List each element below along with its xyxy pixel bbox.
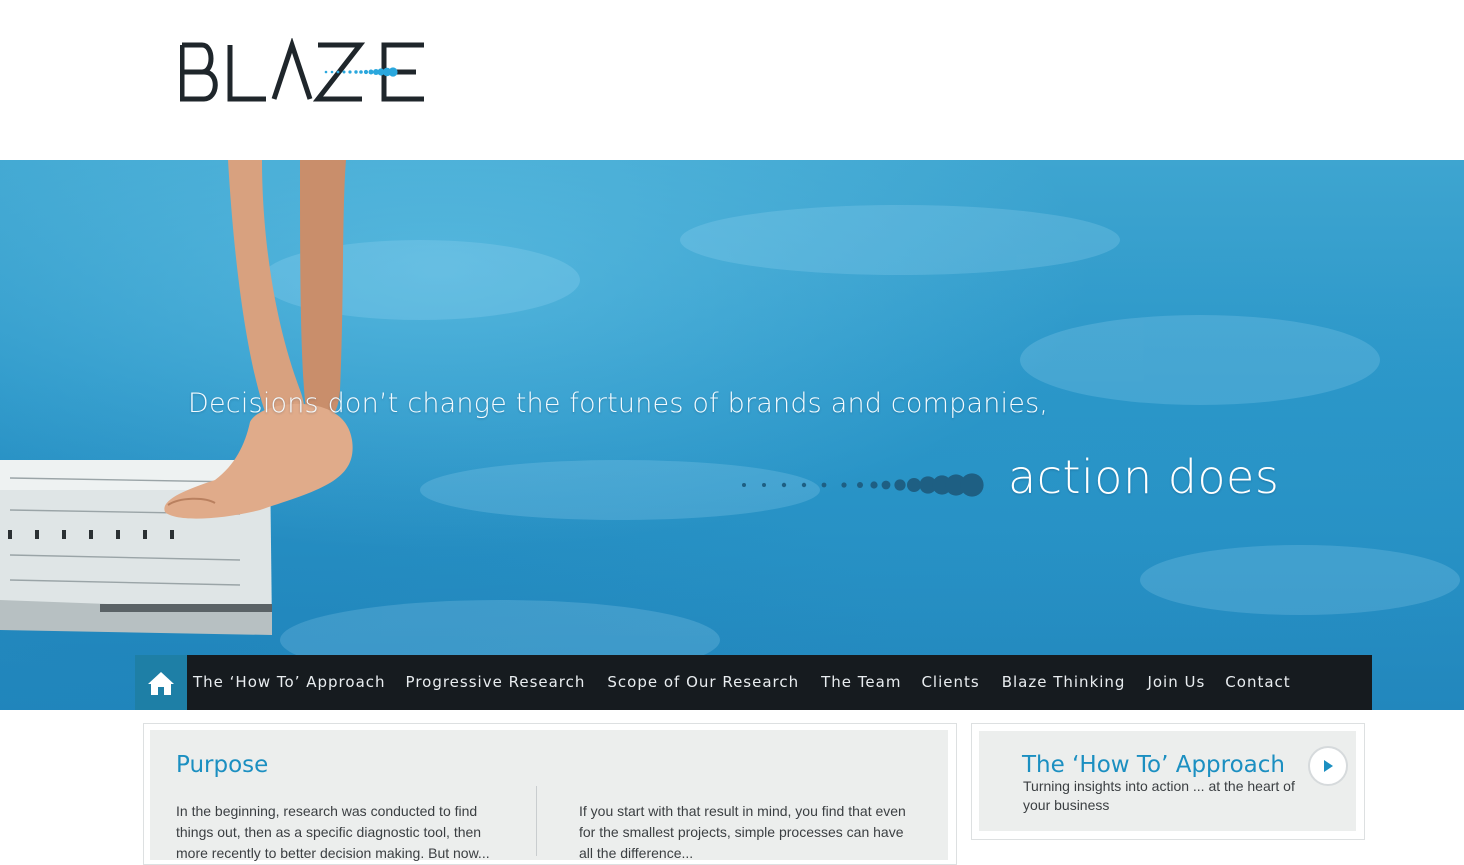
purpose-divider	[536, 786, 537, 856]
blaze-logo[interactable]	[180, 38, 430, 108]
hero-tagline-line1: Decisions don’t change the fortunes of b…	[188, 388, 1049, 419]
nav-item-contact[interactable]: Contact	[1225, 655, 1290, 710]
howto-play-button[interactable]	[1308, 746, 1348, 786]
diver-image	[0, 160, 1460, 680]
purpose-column-1: In the beginning, research was conducted…	[176, 803, 490, 861]
play-icon	[1324, 760, 1333, 772]
purpose-title: Purpose	[176, 752, 269, 778]
hero-tagline-line2: action does	[1008, 450, 1280, 504]
hero-banner: Decisions don’t change the fortunes of b…	[0, 160, 1464, 710]
purpose-column-2: If you start with that result in mind, y…	[579, 803, 906, 861]
home-icon	[148, 671, 174, 695]
action-dots-graphic	[742, 473, 984, 497]
nav-item-progressive-research[interactable]: Progressive Research	[406, 655, 586, 710]
nav-item-clients[interactable]: Clients	[921, 655, 979, 710]
nav-home[interactable]	[135, 655, 187, 710]
nav-item-how-to-approach[interactable]: The ‘How To’ Approach	[193, 655, 386, 710]
logo-dots-graphic	[180, 38, 424, 102]
main-nav: The ‘How To’ Approach Progressive Resear…	[135, 655, 1372, 710]
howto-subtitle: Turning insights into action ... at the …	[1023, 778, 1295, 813]
nav-item-scope-of-research[interactable]: Scope of Our Research	[607, 655, 799, 710]
nav-item-join-us[interactable]: Join Us	[1147, 655, 1205, 710]
site-header	[0, 0, 1464, 160]
nav-item-blaze-thinking[interactable]: Blaze Thinking	[1002, 655, 1126, 710]
howto-title[interactable]: The ‘How To’ Approach	[1022, 752, 1285, 778]
nav-item-the-team[interactable]: The Team	[821, 655, 901, 710]
